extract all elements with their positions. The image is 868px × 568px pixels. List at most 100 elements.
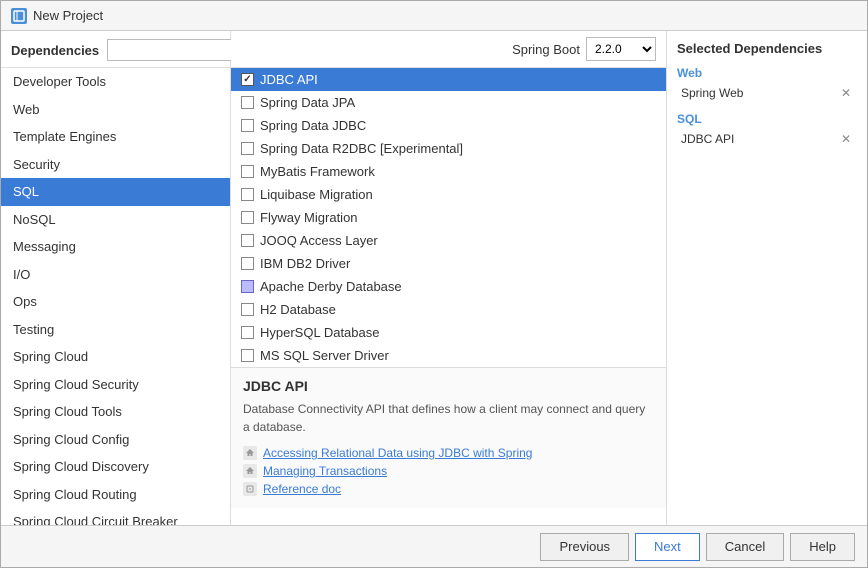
dep-checkbox-flyway[interactable] (241, 211, 254, 224)
selected-groups: WebSpring Web✕SQLJDBC API✕ (677, 66, 857, 158)
category-item-developer-tools[interactable]: Developer Tools (1, 68, 230, 96)
detail-links: Accessing Relational Data using JDBC wit… (243, 446, 654, 496)
dep-checkbox-h2[interactable] (241, 303, 254, 316)
dep-item-jdbc-api[interactable]: JDBC API (231, 68, 666, 91)
selected-dep-name: JDBC API (681, 132, 734, 146)
dep-item-spring-data-jpa[interactable]: Spring Data JPA (231, 91, 666, 114)
remove-dep-button[interactable]: ✕ (839, 133, 853, 145)
selected-deps-title: Selected Dependencies (677, 41, 857, 56)
category-item-spring-cloud[interactable]: Spring Cloud (1, 343, 230, 371)
dep-label-spring-data-r2dbc: Spring Data R2DBC [Experimental] (260, 141, 463, 156)
spring-boot-select[interactable]: 2.2.02.1.92.3.0 (586, 37, 656, 61)
dep-item-ibm-db2[interactable]: IBM DB2 Driver (231, 252, 666, 275)
dep-label-apache-derby: Apache Derby Database (260, 279, 402, 294)
dep-checkbox-apache-derby[interactable] (241, 280, 254, 293)
dep-checkbox-mybatis[interactable] (241, 165, 254, 178)
spring-boot-bar: Spring Boot 2.2.02.1.92.3.0 (231, 31, 666, 68)
selected-dep-item: Spring Web ✕ (677, 84, 857, 102)
detail-link-1[interactable]: Managing Transactions (243, 464, 654, 478)
selected-group-label-web: Web (677, 66, 857, 80)
category-item-ops[interactable]: Ops (1, 288, 230, 316)
window-icon (11, 8, 27, 24)
dep-label-mybatis: MyBatis Framework (260, 164, 375, 179)
category-item-nosql[interactable]: NoSQL (1, 206, 230, 234)
window-title: New Project (33, 8, 103, 23)
detail-link-text-1: Managing Transactions (263, 464, 387, 478)
deps-header: Dependencies (1, 31, 230, 68)
category-item-web[interactable]: Web (1, 96, 230, 124)
dep-checkbox-jooq[interactable] (241, 234, 254, 247)
dep-checkbox-ms-sql[interactable] (241, 349, 254, 362)
dep-checkbox-hypersql[interactable] (241, 326, 254, 339)
dep-checkbox-jdbc-api[interactable] (241, 73, 254, 86)
detail-link-text-0: Accessing Relational Data using JDBC wit… (263, 446, 532, 460)
dep-checkbox-ibm-db2[interactable] (241, 257, 254, 270)
dep-item-ms-sql[interactable]: MS SQL Server Driver (231, 344, 666, 367)
dep-label-spring-data-jdbc: Spring Data JDBC (260, 118, 366, 133)
home-icon (243, 464, 257, 478)
dep-item-spring-data-jdbc[interactable]: Spring Data JDBC (231, 114, 666, 137)
main-content: Dependencies Developer ToolsWebTemplate … (1, 31, 867, 525)
title-bar: New Project (1, 1, 867, 31)
remove-dep-button[interactable]: ✕ (839, 87, 853, 99)
dep-label-jdbc-api: JDBC API (260, 72, 318, 87)
category-item-spring-cloud-tools[interactable]: Spring Cloud Tools (1, 398, 230, 426)
dep-label-jooq: JOOQ Access Layer (260, 233, 378, 248)
dep-checkbox-spring-data-jpa[interactable] (241, 96, 254, 109)
dep-label-ms-sql: MS SQL Server Driver (260, 348, 389, 363)
category-item-sql[interactable]: SQL (1, 178, 230, 206)
dep-label-ibm-db2: IBM DB2 Driver (260, 256, 350, 271)
detail-panel: JDBC API Database Connectivity API that … (231, 368, 666, 508)
right-panel: Selected Dependencies WebSpring Web✕SQLJ… (667, 31, 867, 525)
dep-label-hypersql: HyperSQL Database (260, 325, 379, 340)
help-button[interactable]: Help (790, 533, 855, 561)
category-item-spring-cloud-security[interactable]: Spring Cloud Security (1, 371, 230, 399)
detail-desc: Database Connectivity API that defines h… (243, 400, 654, 436)
dep-checkbox-liquibase[interactable] (241, 188, 254, 201)
detail-title: JDBC API (243, 378, 654, 394)
previous-button[interactable]: Previous (540, 533, 629, 561)
dep-item-flyway[interactable]: Flyway Migration (231, 206, 666, 229)
detail-link-0[interactable]: Accessing Relational Data using JDBC wit… (243, 446, 654, 460)
selected-dep-item: JDBC API ✕ (677, 130, 857, 148)
dep-item-hypersql[interactable]: HyperSQL Database (231, 321, 666, 344)
category-list: Developer ToolsWebTemplate EnginesSecuri… (1, 68, 230, 525)
category-item-messaging[interactable]: Messaging (1, 233, 230, 261)
new-project-window: New Project Dependencies Developer Tools… (0, 0, 868, 568)
dependency-list: JDBC API Spring Data JPA Spring Data JDBC S… (231, 68, 666, 368)
selected-group-sql: SQLJDBC API✕ (677, 112, 857, 148)
category-item-io[interactable]: I/O (1, 261, 230, 289)
dep-label-flyway: Flyway Migration (260, 210, 358, 225)
category-item-spring-cloud-routing[interactable]: Spring Cloud Routing (1, 481, 230, 509)
category-item-spring-cloud-discovery[interactable]: Spring Cloud Discovery (1, 453, 230, 481)
dep-label-spring-data-jpa: Spring Data JPA (260, 95, 355, 110)
spring-boot-label: Spring Boot (512, 42, 580, 57)
category-item-testing[interactable]: Testing (1, 316, 230, 344)
footer: Previous Next Cancel Help (1, 525, 867, 567)
cancel-button[interactable]: Cancel (706, 533, 784, 561)
category-item-template-engines[interactable]: Template Engines (1, 123, 230, 151)
dep-item-h2[interactable]: H2 Database (231, 298, 666, 321)
selected-group-web: Web Spring Web ✕ (677, 66, 857, 102)
dep-item-jooq[interactable]: JOOQ Access Layer (231, 229, 666, 252)
detail-link-2[interactable]: Reference doc (243, 482, 654, 496)
ref-icon (243, 482, 257, 496)
home-icon (243, 446, 257, 460)
category-item-spring-cloud-circuit-breaker[interactable]: Spring Cloud Circuit Breaker (1, 508, 230, 525)
dep-item-apache-derby[interactable]: Apache Derby Database (231, 275, 666, 298)
dep-label-h2: H2 Database (260, 302, 336, 317)
deps-label: Dependencies (11, 43, 99, 58)
dep-item-spring-data-r2dbc[interactable]: Spring Data R2DBC [Experimental] (231, 137, 666, 160)
dep-item-mybatis[interactable]: MyBatis Framework (231, 160, 666, 183)
dep-checkbox-spring-data-r2dbc[interactable] (241, 142, 254, 155)
middle-panel: Spring Boot 2.2.02.1.92.3.0 JDBC API Spri… (231, 31, 667, 525)
dep-item-liquibase[interactable]: Liquibase Migration (231, 183, 666, 206)
dep-checkbox-spring-data-jdbc[interactable] (241, 119, 254, 132)
next-button[interactable]: Next (635, 533, 700, 561)
detail-link-text-2: Reference doc (263, 482, 341, 496)
selected-dep-name: Spring Web (681, 86, 743, 100)
dep-label-liquibase: Liquibase Migration (260, 187, 373, 202)
left-panel: Dependencies Developer ToolsWebTemplate … (1, 31, 231, 525)
category-item-security[interactable]: Security (1, 151, 230, 179)
category-item-spring-cloud-config[interactable]: Spring Cloud Config (1, 426, 230, 454)
